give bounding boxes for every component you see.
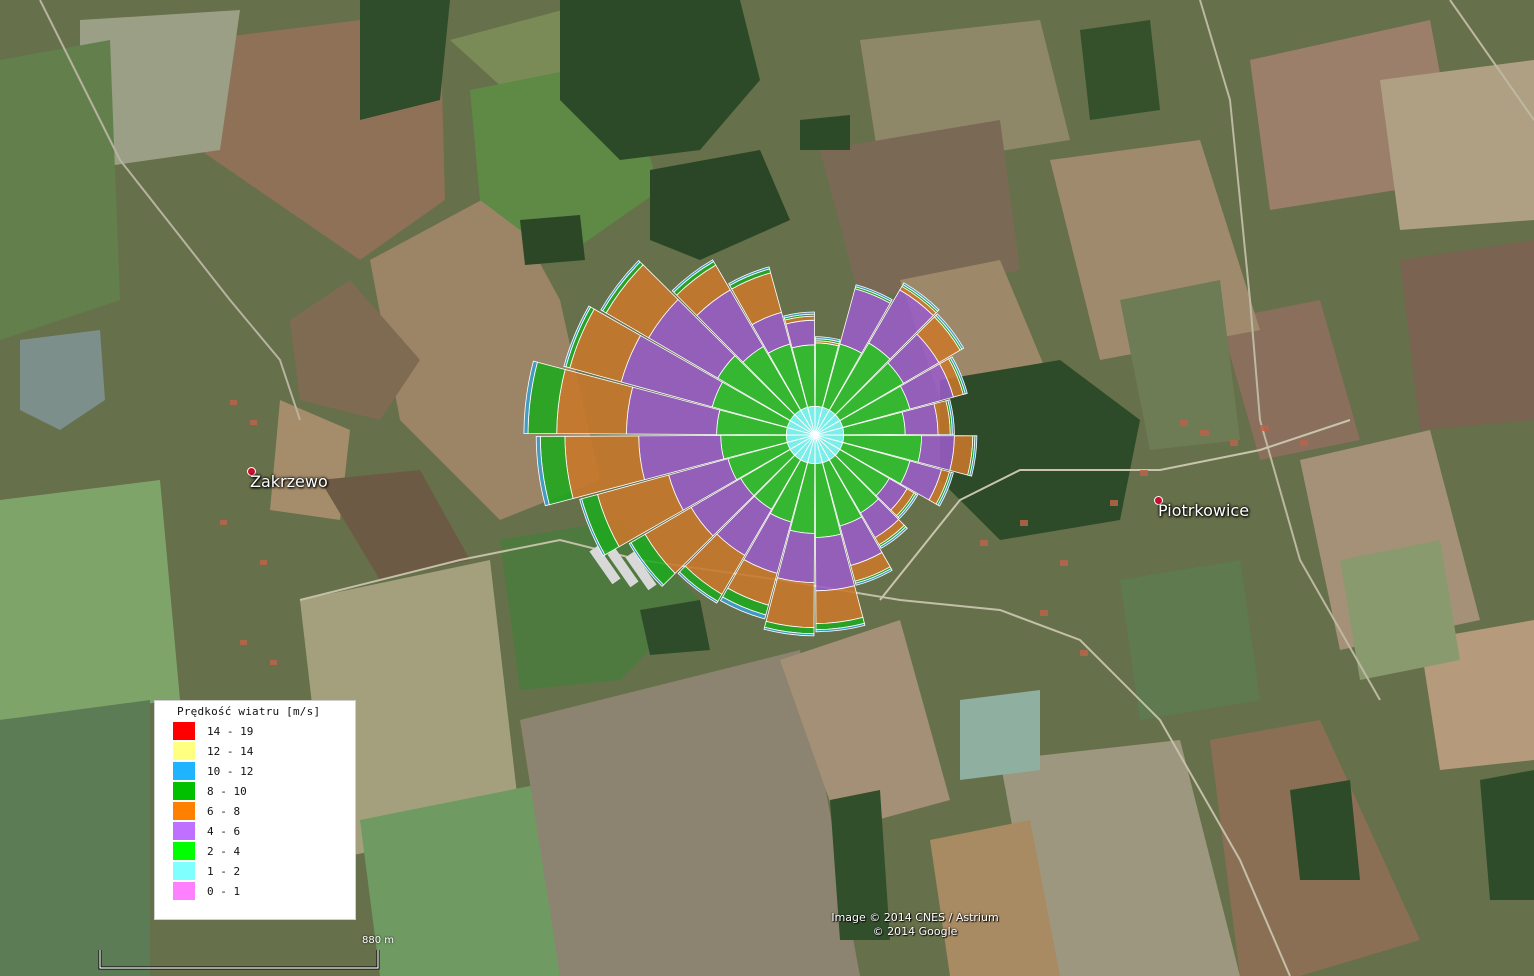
legend-item-label: 0 - 1 — [207, 884, 241, 898]
legend-swatch — [173, 742, 195, 760]
legend-item: 0 - 1 — [173, 881, 240, 901]
legend-item-label: 8 - 10 — [207, 784, 247, 798]
scale-label: 880 m — [362, 935, 395, 946]
legend-item-label: 14 - 19 — [207, 724, 254, 738]
attribution-line-google: © 2014 Google — [872, 925, 958, 938]
legend-swatch — [173, 822, 195, 840]
place-label-zakrzewo[interactable]: Zakrzewo — [250, 472, 328, 491]
imagery-attribution: Image © 2014 CNES / Astrium © 2014 Googl… — [820, 911, 1010, 939]
legend-swatch — [173, 722, 195, 740]
legend-item: 10 - 12 — [173, 761, 253, 781]
scale-bar — [98, 950, 380, 970]
legend-item: 4 - 6 — [173, 821, 240, 841]
legend-item-label: 2 - 4 — [207, 844, 241, 858]
legend-swatch — [173, 762, 195, 780]
legend-swatch — [173, 862, 195, 880]
legend-item-label: 12 - 14 — [207, 744, 254, 758]
legend-item: 2 - 4 — [173, 841, 240, 861]
place-label-piotrkowice[interactable]: Piotrkowice — [1158, 501, 1249, 520]
legend-item: 12 - 14 — [173, 741, 253, 761]
wind-speed-legend: Prędkość wiatru [m/s] 14 - 19 12 - 14 10… — [154, 700, 356, 920]
legend-item: 14 - 19 — [173, 721, 253, 741]
attribution-line-imagery: Image © 2014 CNES / Astrium — [831, 911, 999, 924]
legend-item-label: 6 - 8 — [207, 804, 241, 818]
legend-item-label: 10 - 12 — [207, 764, 254, 778]
legend-title: Prędkość wiatru [m/s] — [177, 705, 321, 718]
legend-item-label: 4 - 6 — [207, 824, 241, 838]
legend-item: 8 - 10 — [173, 781, 247, 801]
legend-item-label: 1 - 2 — [207, 864, 241, 878]
legend-item: 6 - 8 — [173, 801, 240, 821]
legend-item: 1 - 2 — [173, 861, 240, 881]
legend-swatch — [173, 782, 195, 800]
legend-swatch — [173, 842, 195, 860]
wind-rose-segment — [815, 585, 864, 625]
legend-swatch — [173, 802, 195, 820]
legend-swatch — [173, 882, 195, 900]
